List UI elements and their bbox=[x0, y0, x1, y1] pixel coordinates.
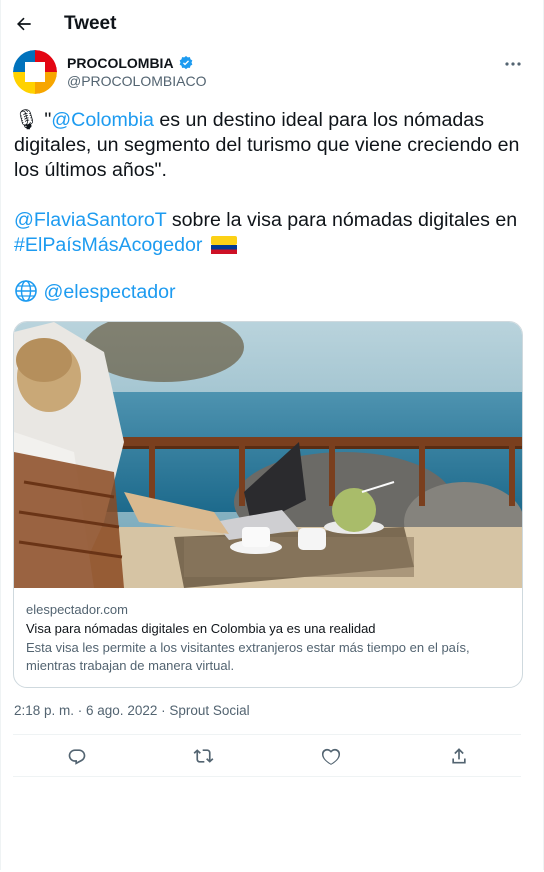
page-title: Tweet bbox=[64, 13, 117, 34]
tweet-text: 🎙 "@Colombia es un destino ideal para lo… bbox=[14, 108, 530, 330]
author-name[interactable]: PROCOLOMBIA bbox=[67, 55, 194, 71]
card-image bbox=[14, 322, 522, 588]
globe-icon bbox=[15, 280, 37, 302]
colombia-flag-icon bbox=[210, 236, 237, 254]
header: Tweet bbox=[0, 0, 544, 50]
quote-open: " bbox=[38, 109, 52, 131]
procolombia-logo bbox=[13, 50, 57, 94]
author-name-text: PROCOLOMBIA bbox=[67, 55, 174, 71]
mention-elespectador[interactable]: @elespectador bbox=[43, 281, 175, 303]
like-button[interactable] bbox=[315, 740, 347, 772]
mention-flavia[interactable]: @FlaviaSantoroT bbox=[14, 209, 166, 231]
action-bar bbox=[13, 736, 521, 776]
more-options-button[interactable] bbox=[500, 54, 526, 74]
paragraph-2-text: sobre la visa para nómadas digitales en bbox=[166, 209, 518, 231]
retweet-icon bbox=[193, 749, 213, 763]
link-card[interactable]: elespectador.com Visa para nómadas digit… bbox=[13, 321, 523, 688]
card-domain: elespectador.com bbox=[26, 602, 128, 617]
card-title: Visa para nómadas digitales en Colombia … bbox=[26, 621, 376, 636]
card-meta: elespectador.com Visa para nómadas digit… bbox=[26, 601, 516, 675]
card-description: Esta visa les permite a los visitantes e… bbox=[26, 640, 470, 673]
divider-top bbox=[13, 734, 521, 735]
divider-bottom bbox=[13, 776, 521, 777]
more-icon bbox=[505, 62, 521, 66]
reply-icon bbox=[68, 749, 86, 765]
verified-badge-icon bbox=[179, 56, 192, 70]
avatar[interactable] bbox=[13, 50, 57, 94]
retweet-button[interactable] bbox=[187, 740, 219, 772]
share-button[interactable] bbox=[443, 740, 475, 772]
share-icon bbox=[452, 748, 466, 764]
tweet-timestamp[interactable]: 2:18 p. m. · 6 ago. 2022 · Sprout Social bbox=[14, 703, 250, 718]
mention-colombia[interactable]: @Colombia bbox=[51, 109, 154, 131]
reply-button[interactable] bbox=[61, 740, 93, 772]
author-handle[interactable]: @PROCOLOMBIACO bbox=[67, 73, 206, 89]
microphone-emoji: 🎙 bbox=[14, 109, 39, 131]
back-button[interactable] bbox=[10, 10, 38, 38]
hashtag-link[interactable]: #ElPaísMásAcogedor bbox=[14, 234, 202, 256]
arrow-left-icon bbox=[17, 17, 31, 31]
like-icon bbox=[321, 748, 341, 765]
